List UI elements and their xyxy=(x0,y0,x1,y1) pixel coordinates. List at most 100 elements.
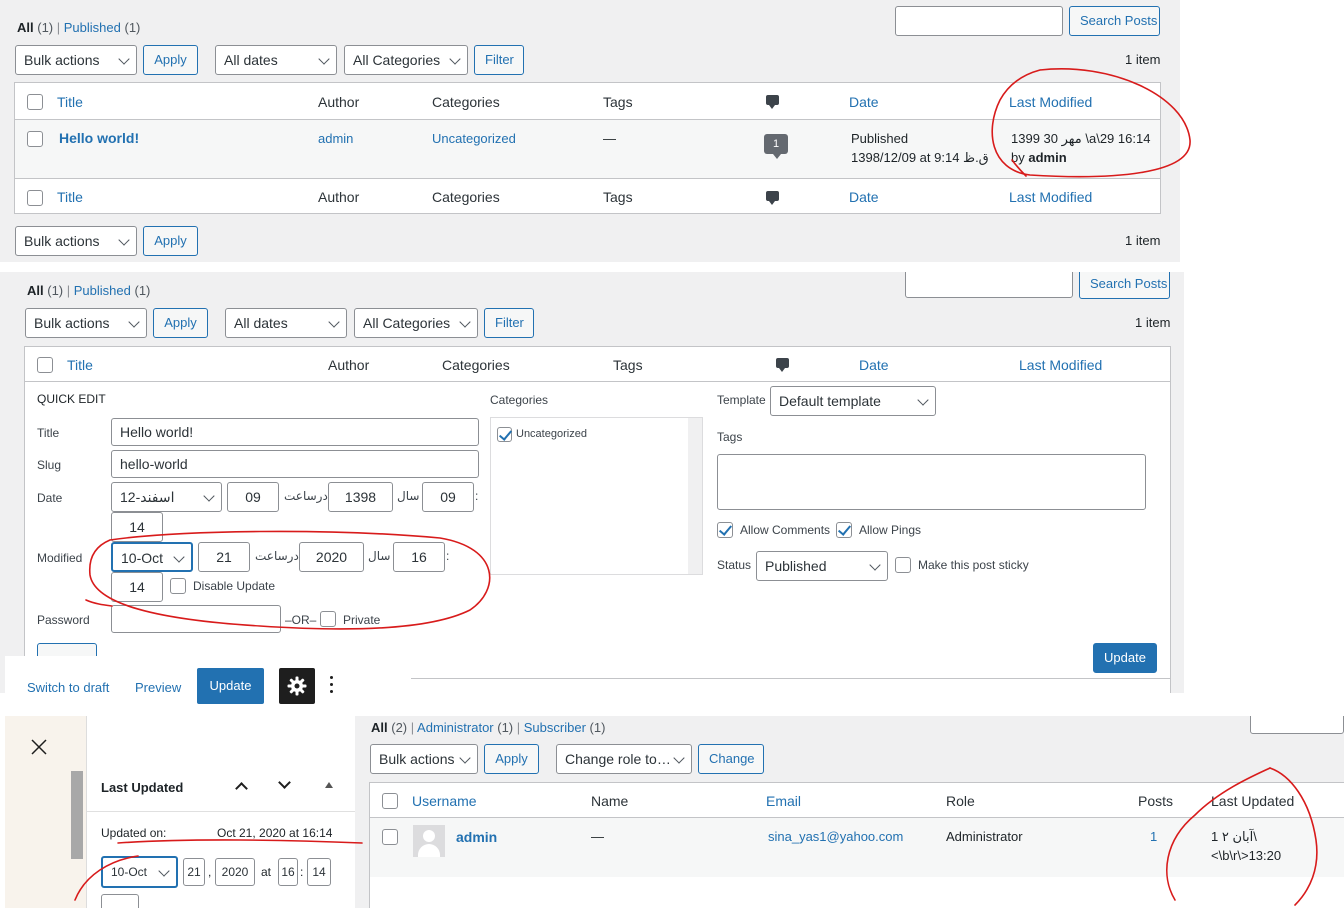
bulk-actions-select[interactable]: Bulk actions xyxy=(25,308,147,338)
apply-button-bottom[interactable]: Apply xyxy=(143,226,198,256)
post-category-link[interactable]: Uncategorized xyxy=(432,131,516,146)
col-date[interactable]: Date xyxy=(849,94,879,110)
bulk-actions-select[interactable]: Bulk actions xyxy=(15,45,137,75)
select-all-checkbox[interactable] xyxy=(382,793,398,809)
modified-month-select[interactable]: 10-Oct xyxy=(111,542,193,572)
date-day-input[interactable]: 09 xyxy=(227,482,279,512)
more-options-icon[interactable] xyxy=(329,676,335,696)
change-button[interactable]: Change xyxy=(698,744,764,774)
bulk-actions-select[interactable]: Bulk actions xyxy=(370,744,478,774)
date-year-input[interactable]: 1398 xyxy=(328,482,393,512)
row-checkbox[interactable] xyxy=(27,131,43,147)
search-input[interactable] xyxy=(1250,716,1344,734)
all-dates-select[interactable]: All dates xyxy=(225,308,347,338)
close-icon[interactable] xyxy=(31,739,47,755)
title-input[interactable]: Hello world! xyxy=(111,418,479,446)
modified-hour-input[interactable]: 16 xyxy=(393,542,445,572)
categories-checklist[interactable]: Uncategorized xyxy=(490,417,703,575)
user-posts-link[interactable]: 1 xyxy=(1150,829,1157,844)
allow-comments-checkbox[interactable] xyxy=(717,522,733,538)
filter-published[interactable]: Published xyxy=(74,283,131,298)
col-title-bottom[interactable]: Title xyxy=(57,189,83,205)
select-all-checkbox-bottom[interactable] xyxy=(27,190,43,206)
editor-update-button[interactable]: Update xyxy=(197,668,264,704)
collapse-triangle-icon[interactable] xyxy=(325,782,333,788)
title-label: Title xyxy=(37,426,60,440)
apply-button[interactable]: Apply xyxy=(484,744,539,774)
checklist-scrollbar[interactable] xyxy=(688,418,702,574)
allow-pings-checkbox[interactable] xyxy=(836,522,852,538)
updated-day-input[interactable]: 21 xyxy=(183,858,205,886)
comment-count-bubble[interactable]: 1 xyxy=(764,134,788,159)
settings-gear-button[interactable] xyxy=(279,668,315,704)
post-author-link[interactable]: admin xyxy=(318,131,353,146)
status-select[interactable]: Published xyxy=(756,551,888,581)
user-email-link[interactable]: sina_yas1@yahoo.com xyxy=(768,829,903,844)
comments-icon[interactable] xyxy=(766,95,779,109)
updated-hour-input[interactable]: 16 xyxy=(278,858,298,886)
apply-button[interactable]: Apply xyxy=(143,45,198,75)
search-input[interactable] xyxy=(905,272,1073,298)
updated-month-select[interactable]: 10-Oct xyxy=(101,856,178,888)
apply-button[interactable]: Apply xyxy=(153,308,208,338)
row-checkbox[interactable] xyxy=(382,829,398,845)
updated-minute-input[interactable]: 14 xyxy=(307,858,331,886)
all-dates-select[interactable]: All dates xyxy=(215,45,337,75)
col-date-bottom[interactable]: Date xyxy=(849,189,879,205)
modified-minute-input[interactable]: 14 xyxy=(111,572,163,602)
filter-published[interactable]: Published xyxy=(64,20,121,35)
sidebar-scrollbar-thumb[interactable] xyxy=(71,771,83,859)
comments-icon[interactable] xyxy=(776,358,789,372)
col-last-modified-bottom[interactable]: Last Modified xyxy=(1009,189,1092,205)
search-input[interactable] xyxy=(895,6,1063,36)
filter-administrator[interactable]: Administrator xyxy=(417,720,494,735)
sticky-checkbox[interactable] xyxy=(895,557,911,573)
col-username[interactable]: Username xyxy=(412,793,477,809)
col-last-updated: Last Updated xyxy=(1211,793,1295,809)
tags-textarea[interactable] xyxy=(717,454,1146,510)
password-input[interactable] xyxy=(111,605,281,633)
filter-all[interactable]: All xyxy=(17,20,34,35)
comments-icon-bottom[interactable] xyxy=(766,191,779,205)
filter-button[interactable]: Filter xyxy=(474,45,524,75)
search-posts-button[interactable]: Search Posts xyxy=(1079,272,1170,299)
preview-button[interactable]: Preview xyxy=(135,680,181,695)
all-categories-select[interactable]: All Categories xyxy=(354,308,478,338)
change-role-select[interactable]: Change role to… xyxy=(556,744,692,774)
disable-update-checkbox[interactable] xyxy=(170,578,186,594)
col-date[interactable]: Date xyxy=(859,357,889,373)
search-posts-button[interactable]: Search Posts xyxy=(1069,6,1160,36)
date-minute-input[interactable]: 14 xyxy=(111,512,163,542)
col-title[interactable]: Title xyxy=(67,357,93,373)
category-uncategorized-checkbox[interactable] xyxy=(497,427,512,442)
item-count: 1 item xyxy=(1135,315,1171,330)
user-username-link[interactable]: admin xyxy=(456,829,497,845)
select-all-checkbox[interactable] xyxy=(27,94,43,110)
select-all-checkbox[interactable] xyxy=(37,357,53,373)
updated-year-input[interactable]: 2020 xyxy=(215,858,255,886)
extra-field[interactable] xyxy=(101,894,139,908)
switch-to-draft-button[interactable]: Switch to draft xyxy=(27,680,109,695)
modified-day-input[interactable]: 21 xyxy=(198,542,250,572)
chevron-down-icon[interactable] xyxy=(278,776,291,789)
filter-all[interactable]: All xyxy=(371,720,388,735)
bulk-actions-select-bottom[interactable]: Bulk actions xyxy=(15,226,137,256)
modified-year-input[interactable]: 2020 xyxy=(299,542,364,572)
post-title-link[interactable]: Hello world! xyxy=(59,130,139,146)
filter-subscriber[interactable]: Subscriber xyxy=(524,720,586,735)
col-last-modified[interactable]: Last Modified xyxy=(1019,357,1102,373)
slug-input[interactable]: hello-world xyxy=(111,450,479,478)
private-checkbox[interactable] xyxy=(320,611,336,627)
filter-all[interactable]: All xyxy=(27,283,44,298)
date-month-select[interactable]: 12-اسفند xyxy=(111,482,222,512)
col-email[interactable]: Email xyxy=(766,793,801,809)
chevron-up-icon[interactable] xyxy=(235,782,248,795)
col-last-modified[interactable]: Last Modified xyxy=(1009,94,1092,110)
filter-button[interactable]: Filter xyxy=(484,308,534,338)
template-select[interactable]: Default template xyxy=(770,386,936,416)
last-updated-panel-header[interactable]: Last Updated xyxy=(87,766,365,812)
col-title[interactable]: Title xyxy=(57,94,83,110)
quick-edit-update-button[interactable]: Update xyxy=(1093,643,1157,673)
date-hour-input[interactable]: 09 xyxy=(422,482,474,512)
all-categories-select[interactable]: All Categories xyxy=(344,45,468,75)
